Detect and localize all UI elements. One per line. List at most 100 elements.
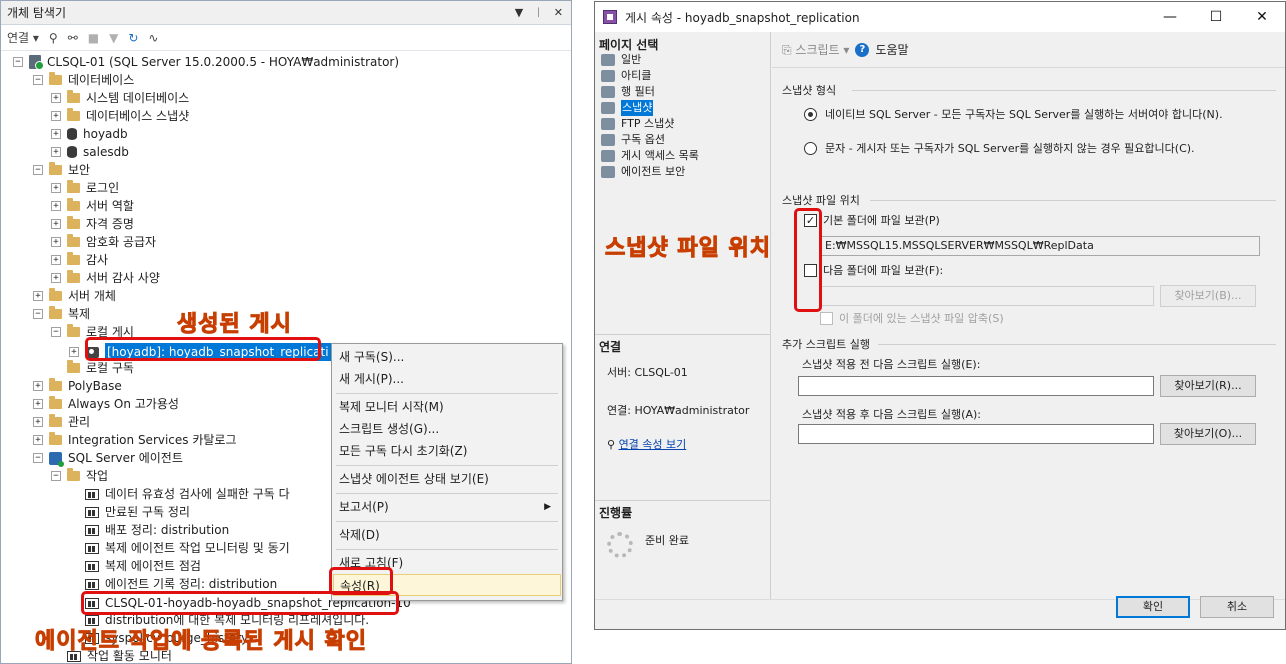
menu-item-delete[interactable]: 삭제(D)	[333, 524, 561, 546]
radio-character-format[interactable]: 문자 - 게시자 또는 구독자가 SQL Server를 실행하지 않는 경우 …	[804, 140, 1195, 156]
expand-icon[interactable]: +	[51, 255, 61, 265]
tree-node-job[interactable]: 복제 에이전트 점검	[69, 557, 201, 575]
tree-node-alwayson[interactable]: + Always On 고가용성	[33, 395, 179, 413]
disconnect-icon[interactable]: ⚯	[68, 31, 78, 45]
tree-node-job[interactable]: 만료된 구독 정리	[69, 503, 190, 521]
expand-icon[interactable]: +	[51, 183, 61, 193]
menu-item-reinitialize[interactable]: 모든 구독 다시 초기화(Z)	[333, 440, 561, 462]
tree-node-credentials[interactable]: + 자격 증명	[51, 215, 134, 233]
collapse-icon[interactable]: −	[33, 309, 43, 319]
menu-item-generate-script[interactable]: 스크립트 생성(G)...	[333, 418, 561, 440]
tree-node-hoyadb[interactable]: + hoyadb	[51, 125, 128, 143]
page-general[interactable]: 일반	[601, 52, 641, 68]
collapse-icon[interactable]: −	[33, 453, 43, 463]
tree-node-local-sub[interactable]: 로컬 구독	[51, 359, 134, 377]
page-ftp-snapshot[interactable]: FTP 스냅샷	[601, 116, 674, 132]
help-icon[interactable]: ?	[855, 42, 870, 57]
folder-icon	[49, 162, 62, 175]
expand-icon[interactable]: +	[51, 129, 61, 139]
close-button[interactable]: ✕	[1239, 2, 1285, 32]
radio-native-format[interactable]: 네이티브 SQL Server - 모든 구독자는 SQL Server를 실행…	[804, 106, 1223, 122]
tree-node-server-objects[interactable]: + 서버 개체	[33, 287, 116, 305]
menu-item-new-subscription[interactable]: 새 구독(S)...	[333, 346, 561, 368]
page-access-list[interactable]: 게시 액세스 목록	[601, 148, 699, 164]
expand-icon[interactable]: +	[33, 417, 43, 427]
dropdown-icon[interactable]: ▼	[515, 6, 523, 19]
browse-o-button[interactable]: 찾아보기(O)...	[1160, 423, 1256, 445]
expand-icon[interactable]: +	[51, 273, 61, 283]
view-connection-properties[interactable]: ⚲ 연결 속성 보기	[607, 436, 686, 452]
before-script-input[interactable]	[798, 376, 1154, 396]
page-articles[interactable]: 아티클	[601, 68, 651, 84]
collapse-icon[interactable]: −	[33, 165, 43, 175]
page-subscription-options[interactable]: 구독 옵션	[601, 132, 665, 148]
minimize-button[interactable]: —	[1147, 2, 1193, 32]
tree-node-server-roles[interactable]: + 서버 역할	[51, 197, 134, 215]
expand-icon[interactable]: +	[33, 399, 43, 409]
page-row-filter[interactable]: 행 필터	[601, 84, 655, 100]
page-snapshot[interactable]: 스냅샷	[601, 100, 654, 116]
expand-icon[interactable]: +	[51, 237, 61, 247]
tree-node-agent[interactable]: − SQL Server 에이전트	[33, 449, 183, 467]
expand-icon[interactable]: +	[69, 347, 79, 357]
tree-node-security[interactable]: − 보안	[33, 161, 90, 179]
tree-node-job[interactable]: 데이터 유효성 검사에 실패한 구독 다	[69, 485, 290, 503]
tree-node-salesdb[interactable]: + salesdb	[51, 143, 129, 161]
refresh-icon[interactable]: ↻	[128, 31, 138, 45]
menu-item-replication-monitor[interactable]: 복제 모니터 시작(M)	[333, 396, 561, 418]
expand-icon[interactable]: +	[51, 93, 61, 103]
browse-r-button[interactable]: 찾아보기(R)...	[1160, 375, 1256, 397]
tree-node-polybase[interactable]: + PolyBase	[33, 377, 122, 395]
page-agent-security[interactable]: 에이전트 보안	[601, 164, 685, 180]
expand-icon[interactable]: +	[51, 147, 61, 157]
tree-node-audit[interactable]: + 감사	[51, 251, 108, 269]
activity-icon[interactable]: ∿	[148, 31, 158, 45]
tree-node-audit-spec[interactable]: + 서버 감사 사양	[51, 269, 160, 287]
alternate-folder-input[interactable]	[820, 286, 1154, 306]
tree-node-jobs[interactable]: − 작업	[51, 467, 108, 485]
radio-button[interactable]	[804, 141, 817, 155]
close-icon[interactable]: ✕	[554, 6, 563, 19]
cancel-button[interactable]: 취소	[1200, 596, 1274, 618]
filter-icon[interactable]: ▼	[109, 31, 118, 45]
tree-node-job[interactable]: 배포 정리: distribution	[69, 521, 229, 539]
script-button[interactable]: ⎘ 스크립트 ▾	[782, 41, 849, 58]
expand-icon[interactable]: +	[33, 435, 43, 445]
tree-node-system-db[interactable]: + 시스템 데이터베이스	[51, 89, 189, 107]
menu-item-new-publication[interactable]: 새 게시(P)...	[333, 368, 561, 390]
collapse-icon[interactable]: −	[13, 57, 23, 67]
plug-icon[interactable]: ⚲	[49, 31, 58, 45]
checkbox[interactable]	[820, 311, 833, 325]
collapse-icon[interactable]: −	[51, 471, 61, 481]
tree-node-db-snapshot[interactable]: + 데이터베이스 스냅샷	[51, 107, 189, 125]
expand-icon[interactable]: +	[33, 381, 43, 391]
maximize-button[interactable]: ☐	[1193, 2, 1239, 32]
ok-button[interactable]: 확인	[1116, 596, 1190, 618]
help-button[interactable]: 도움말	[875, 41, 908, 58]
menu-item-snapshot-status[interactable]: 스냅샷 에이전트 상태 보기(E)	[333, 468, 561, 490]
expand-icon[interactable]: +	[51, 219, 61, 229]
tree-node-server[interactable]: − CLSQL-01 (SQL Server 15.0.2000.5 - HOYA…	[13, 53, 399, 71]
browse-b-button[interactable]: 찾아보기(B)...	[1160, 285, 1256, 307]
pin-icon[interactable]: ᛁ	[535, 6, 542, 19]
stop-icon[interactable]: ■	[88, 31, 99, 45]
checkbox-compress[interactable]: 이 폴더에 있는 스냅샷 파일 압축(S)	[820, 310, 1004, 326]
radio-button[interactable]	[804, 107, 817, 121]
connect-button[interactable]: 연결 ▾	[7, 29, 39, 46]
tree-node-job[interactable]: 복제 에이전트 작업 모니터링 및 동기	[69, 539, 290, 557]
tree-node-login[interactable]: + 로그인	[51, 179, 119, 197]
tree-node-integration[interactable]: + Integration Services 카탈로그	[33, 431, 237, 449]
tree-node-replication[interactable]: − 복제	[33, 305, 90, 323]
expand-icon[interactable]: +	[51, 201, 61, 211]
collapse-icon[interactable]: −	[33, 75, 43, 85]
collapse-icon[interactable]: −	[51, 327, 61, 337]
expand-icon[interactable]: +	[51, 111, 61, 121]
expand-icon[interactable]: +	[33, 291, 43, 301]
after-script-input[interactable]	[798, 424, 1154, 444]
tree-node-databases[interactable]: − 데이터베이스	[33, 71, 134, 89]
tree-node-crypto[interactable]: + 암호화 공급자	[51, 233, 156, 251]
checkbox-alternate-folder[interactable]: 다음 폴더에 파일 보관(F):	[804, 262, 943, 278]
tree-node-management[interactable]: + 관리	[33, 413, 90, 431]
menu-item-reports[interactable]: 보고서(P) ▶	[333, 496, 561, 518]
checkbox-default-folder[interactable]: ✓ 기본 폴더에 파일 보관(P)	[804, 212, 940, 228]
